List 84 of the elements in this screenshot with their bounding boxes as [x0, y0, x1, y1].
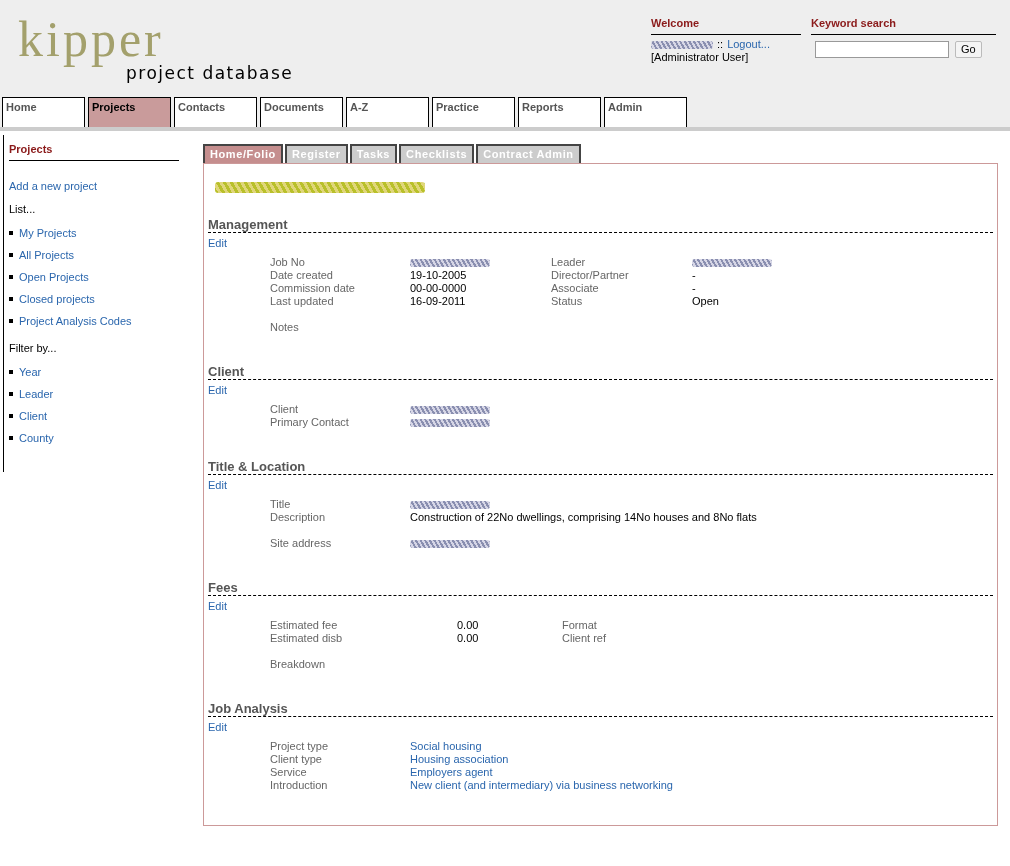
sidebar-link[interactable]: Year — [19, 365, 42, 379]
field-value: Construction of 22No dwellings, comprising 14No houses and 8No flats — [410, 511, 758, 524]
sidebar-link[interactable]: Client — [19, 409, 48, 423]
field-label: Status — [551, 295, 584, 308]
field-value: Open — [692, 295, 720, 308]
bullet-icon — [9, 253, 13, 257]
bullet-icon — [9, 297, 13, 301]
field-label: Site address — [270, 537, 333, 550]
nav-tab[interactable]: Home — [2, 97, 85, 127]
field-label: Primary Contact — [270, 416, 350, 429]
field-label: Commission date — [270, 282, 356, 295]
section-heading: Title & Location — [208, 460, 993, 475]
bullet-icon — [9, 370, 13, 374]
field-value: 0.00 — [457, 619, 480, 632]
nav-tab[interactable]: Admin — [604, 97, 687, 127]
nav-tab[interactable]: A-Z — [346, 97, 429, 127]
field-label: Date created — [270, 269, 334, 282]
add-project-link[interactable]: Add a new project — [9, 180, 98, 193]
field-value: 00-00-0000 — [410, 282, 468, 295]
nav-tab[interactable]: Contacts — [174, 97, 257, 127]
user-role-text: [Administrator User] — [651, 51, 750, 64]
field-label: Notes — [270, 321, 300, 334]
bullet-icon — [9, 275, 13, 279]
field-label: Client — [270, 403, 300, 416]
field-label: Last updated — [270, 295, 335, 308]
sidebar-group-heading: List... — [9, 203, 37, 216]
welcome-heading: Welcome — [651, 17, 801, 35]
field-value: - — [692, 282, 697, 295]
nav-tab[interactable]: Practice — [432, 97, 515, 127]
field-label: Director/Partner — [551, 269, 630, 282]
logout-link[interactable]: Logout... — [727, 38, 770, 50]
field-label: Client type — [270, 753, 323, 766]
section-heading: Fees — [208, 581, 993, 596]
field-label: Breakdown — [270, 658, 327, 671]
logo-subtitle: project database — [126, 64, 294, 82]
field-value-link[interactable]: Employers agent — [410, 766, 493, 778]
edit-link[interactable]: Edit — [208, 600, 227, 613]
sidebar-link[interactable]: Closed projects — [19, 292, 95, 306]
field-label: Associate — [551, 282, 600, 295]
field-label: Project type — [270, 740, 330, 753]
field-label: Estimated fee — [270, 619, 339, 632]
sidebar-link[interactable]: County — [19, 431, 54, 445]
field-value: 0.00 — [457, 632, 480, 645]
field-label: Client ref — [562, 632, 608, 645]
nav-tab[interactable]: Documents — [260, 97, 343, 127]
field-label: Introduction — [270, 779, 329, 792]
field-label: Job No — [270, 256, 306, 269]
edit-link[interactable]: Edit — [208, 237, 227, 250]
field-label: Format — [562, 619, 598, 632]
section-heading: Client — [208, 365, 993, 380]
sidebar-heading: Projects — [9, 143, 179, 161]
field-label: Service — [270, 766, 308, 779]
sidebar-link[interactable]: Project Analysis Codes — [19, 314, 132, 328]
sidebar-link[interactable]: Leader — [19, 387, 54, 401]
field-value-link[interactable]: Housing association — [410, 753, 509, 765]
sidebar-group-heading: Filter by... — [9, 342, 58, 355]
search-field[interactable] — [815, 41, 949, 58]
edit-link[interactable]: Edit — [208, 721, 227, 734]
bullet-icon — [9, 436, 13, 440]
search-heading: Keyword search — [811, 17, 996, 35]
field-value: 16-09-2011 — [410, 295, 467, 308]
nav-tab[interactable]: Reports — [518, 97, 601, 127]
section-heading: Management — [208, 218, 993, 233]
sidebar-link[interactable]: My Projects — [19, 226, 77, 240]
field-value: - — [692, 269, 697, 282]
sidebar-link[interactable]: All Projects — [19, 248, 75, 262]
bullet-icon — [9, 319, 13, 323]
edit-link[interactable]: Edit — [208, 384, 227, 397]
field-value-link[interactable]: Social housing — [410, 740, 482, 752]
field-label: Title — [270, 498, 292, 511]
field-value-link[interactable]: New client (and intermediary) via business networking — [410, 779, 673, 791]
bullet-icon — [9, 231, 13, 235]
go-button[interactable]: Go — [955, 41, 982, 58]
bullet-icon — [9, 392, 13, 396]
section-heading: Job Analysis — [208, 702, 993, 717]
sidebar-link[interactable]: Open Projects — [19, 270, 89, 284]
field-label: Leader — [551, 256, 587, 269]
field-label: Description — [270, 511, 327, 524]
edit-link[interactable]: Edit — [208, 479, 227, 492]
nav-tab[interactable]: Projects — [88, 97, 171, 127]
separator-text: :: — [717, 38, 724, 50]
field-label: Estimated disb — [270, 632, 344, 645]
bullet-icon — [9, 414, 13, 418]
field-value: 19-10-2005 — [410, 269, 468, 282]
